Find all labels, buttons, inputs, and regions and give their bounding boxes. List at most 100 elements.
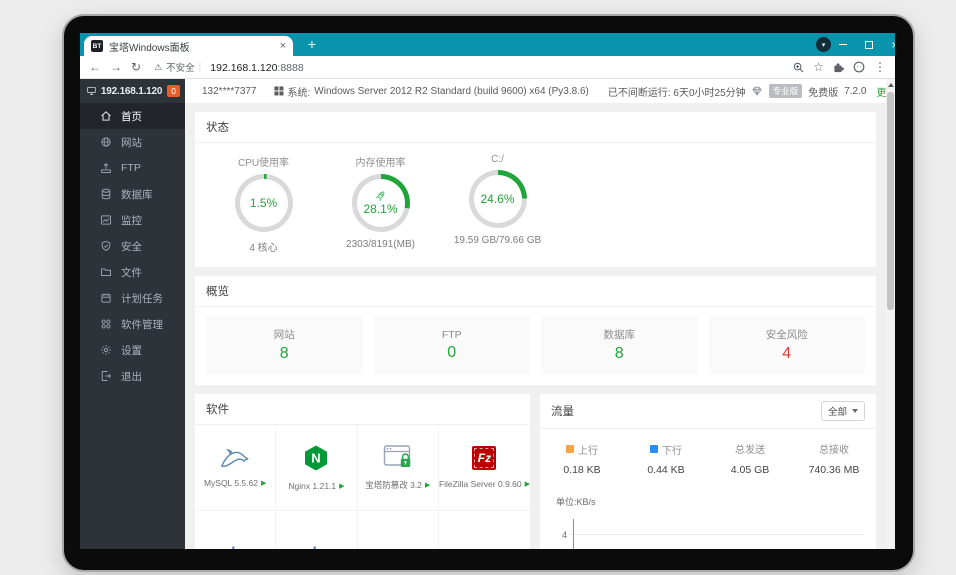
sidebar-item-monitor[interactable]: 监控 — [80, 207, 185, 233]
software-label: Nginx 1.21.1 — [288, 481, 337, 491]
url-text[interactable]: 192.168.1.120:8888 — [210, 58, 303, 76]
traffic-stat-sent: 总发送 4.05 GB — [708, 440, 792, 476]
overview-box-website[interactable]: 网站 8 — [206, 316, 363, 374]
scrollbar-thumb[interactable] — [887, 92, 894, 310]
browser-tab[interactable]: BT 宝塔Windows面板 × — [84, 36, 293, 56]
browser-tabstrip: BT 宝塔Windows面板 × + ▾ × — [80, 33, 895, 56]
sidebar-item-label: 软件管理 — [121, 318, 163, 331]
traffic-stat-down: 下行 0.44 KB — [624, 440, 708, 476]
back-button[interactable]: ← — [89, 61, 101, 73]
sidebar-item-label: 文件 — [121, 266, 142, 279]
sidebar-item-security[interactable]: 安全 — [80, 233, 185, 259]
sidebar-item-ftp[interactable]: FTP — [80, 155, 185, 181]
calendar-icon — [101, 293, 111, 303]
traffic-filter-select[interactable]: 全部 — [820, 401, 865, 421]
window-close-button[interactable]: × — [884, 33, 895, 56]
filezilla-icon: Fz — [472, 446, 497, 470]
overview-box-database[interactable]: 数据库 8 — [541, 316, 698, 374]
traffic-stat-up: 上行 0.18 KB — [540, 440, 624, 476]
address-bar: ← → ↻ ⚠ 不安全 | 192.168.1.120:8888 ☆ ⋮ — [80, 56, 895, 79]
software-item-tamper-proof[interactable]: 宝塔防篡改 3.2 ▶ — [357, 425, 439, 511]
sidebar-item-home[interactable]: 首页 — [80, 103, 185, 129]
software-item-nginx[interactable]: N Nginx 1.21.1 ▶ — [276, 425, 358, 511]
gauge-label: 内存使用率 — [355, 158, 406, 169]
stat-value: 0.18 KB — [563, 464, 601, 476]
gauge-value: 1.5% — [249, 196, 278, 210]
profile-avatar-icon[interactable] — [853, 61, 865, 73]
overview-value: 8 — [614, 345, 624, 362]
memory-donut-chart: 28.1% — [351, 174, 410, 232]
overview-box-risk[interactable]: 安全风险 4 — [708, 316, 865, 374]
sidebar-item-cron[interactable]: 计划任务 — [80, 285, 185, 311]
user-name[interactable]: 132****7377 — [202, 86, 257, 97]
sidebar-item-website[interactable]: 网站 — [80, 129, 185, 155]
edition-label: 免费版 — [808, 87, 839, 99]
overview-value: 4 — [782, 345, 792, 362]
update-link[interactable]: 更新 — [876, 84, 886, 99]
tab-close-icon[interactable]: × — [280, 40, 286, 52]
software-item-filezilla[interactable]: Fz FileZilla Server 0.9.60 ▶ — [438, 425, 530, 511]
bookmark-star-icon[interactable]: ☆ — [813, 61, 824, 73]
stat-label: 下行 — [662, 445, 682, 457]
new-tab-button[interactable]: + — [304, 37, 320, 52]
running-play-icon: ▶ — [424, 481, 431, 489]
chart-plot-area: 4 3 — [556, 516, 864, 549]
running-play-icon: ▶ — [524, 480, 530, 488]
security-label: 不安全 — [166, 63, 195, 74]
sidebar-item-label: 首页 — [121, 110, 142, 123]
sidebar-item-logout[interactable]: 退出 — [80, 363, 185, 389]
logout-icon — [101, 371, 111, 381]
scrollbar-up-arrow[interactable] — [887, 83, 894, 87]
maximize-button[interactable] — [858, 33, 880, 56]
gauge-value: 28.1% — [363, 202, 398, 216]
zoom-icon[interactable] — [793, 62, 804, 73]
url-host: 192.168.1.120 — [210, 62, 278, 74]
sidebar-item-files[interactable]: 文件 — [80, 259, 185, 285]
gauge-label: C:/ — [491, 154, 504, 165]
traffic-stat-received: 总接收 740.36 MB — [792, 440, 876, 476]
sidebar-item-label: 退出 — [121, 370, 142, 383]
message-badge[interactable]: 0 — [167, 85, 180, 97]
sidebar: 192.168.1.120 0 首页 网站 FTP 数据库 监控 安全 文件 计… — [80, 79, 185, 549]
gauge-subtext: 2303/8191(MB) — [346, 239, 415, 250]
url-port: :8888 — [277, 62, 304, 74]
uptime-text: 已不间断运行: 6天0小时25分钟 — [607, 87, 746, 99]
site-info-button[interactable]: ⚠ 不安全 | — [154, 60, 202, 75]
software-item-mysql[interactable]: MySQL 5.5.62 ▶ — [195, 425, 277, 511]
extensions-puzzle-icon[interactable] — [833, 62, 844, 73]
tamper-proof-icon — [383, 445, 410, 467]
sidebar-item-label: 网站 — [121, 136, 142, 149]
traffic-panel: 流量 全部 上行 0.18 KB 下行 0.44 KB 总发送 4.05 GB … — [540, 394, 876, 549]
url-divider: | — [198, 61, 202, 73]
panel-version: 7.2.0 — [844, 85, 867, 97]
sidebar-server-header: 192.168.1.120 0 — [80, 79, 185, 103]
rocket-icon[interactable] — [375, 190, 386, 202]
monitor-chart-icon — [101, 215, 111, 225]
sidebar-item-database[interactable]: 数据库 — [80, 181, 185, 207]
mysql-dolphin-icon — [221, 449, 249, 467]
page-scrollbar[interactable] — [886, 79, 895, 549]
ftp-upload-icon — [101, 163, 111, 173]
software-item-php-2[interactable]: php — [276, 511, 358, 549]
traffic-panel-title: 流量 — [551, 406, 574, 418]
gauge-subtext: 19.59 GB/79.66 GB — [453, 235, 542, 246]
software-item-empty-1 — [358, 511, 439, 549]
sidebar-item-label: 设置 — [121, 344, 142, 357]
overview-box-ftp[interactable]: FTP 0 — [373, 316, 530, 374]
sidebar-item-software[interactable]: 软件管理 — [80, 311, 185, 337]
reload-button[interactable]: ↻ — [131, 61, 141, 73]
pro-version-badge[interactable]: 专业版 — [768, 84, 803, 98]
status-panel: 状态 CPU使用率 1.5% 4 核心 内存使用率 28.1% 2303/819… — [195, 112, 876, 267]
sidebar-item-settings[interactable]: 设置 — [80, 337, 185, 363]
browser-profile-button[interactable]: ▾ — [816, 37, 831, 52]
forward-button[interactable]: → — [110, 61, 122, 73]
tab-title: 宝塔Windows面板 — [109, 42, 190, 54]
minimize-button[interactable] — [832, 33, 854, 56]
browser-menu-icon[interactable]: ⋮ — [874, 61, 886, 73]
software-item-php-1[interactable]: php — [195, 511, 277, 549]
main-content: 132****7377 系统: Windows Server 2012 R2 S… — [185, 79, 886, 549]
gauge-label: CPU使用率 — [237, 158, 290, 169]
system-label: 系统: — [287, 87, 311, 99]
memory-gauge: 内存使用率 28.1% 2303/8191(MB) — [322, 154, 439, 254]
sidebar-item-label: FTP — [121, 162, 141, 174]
